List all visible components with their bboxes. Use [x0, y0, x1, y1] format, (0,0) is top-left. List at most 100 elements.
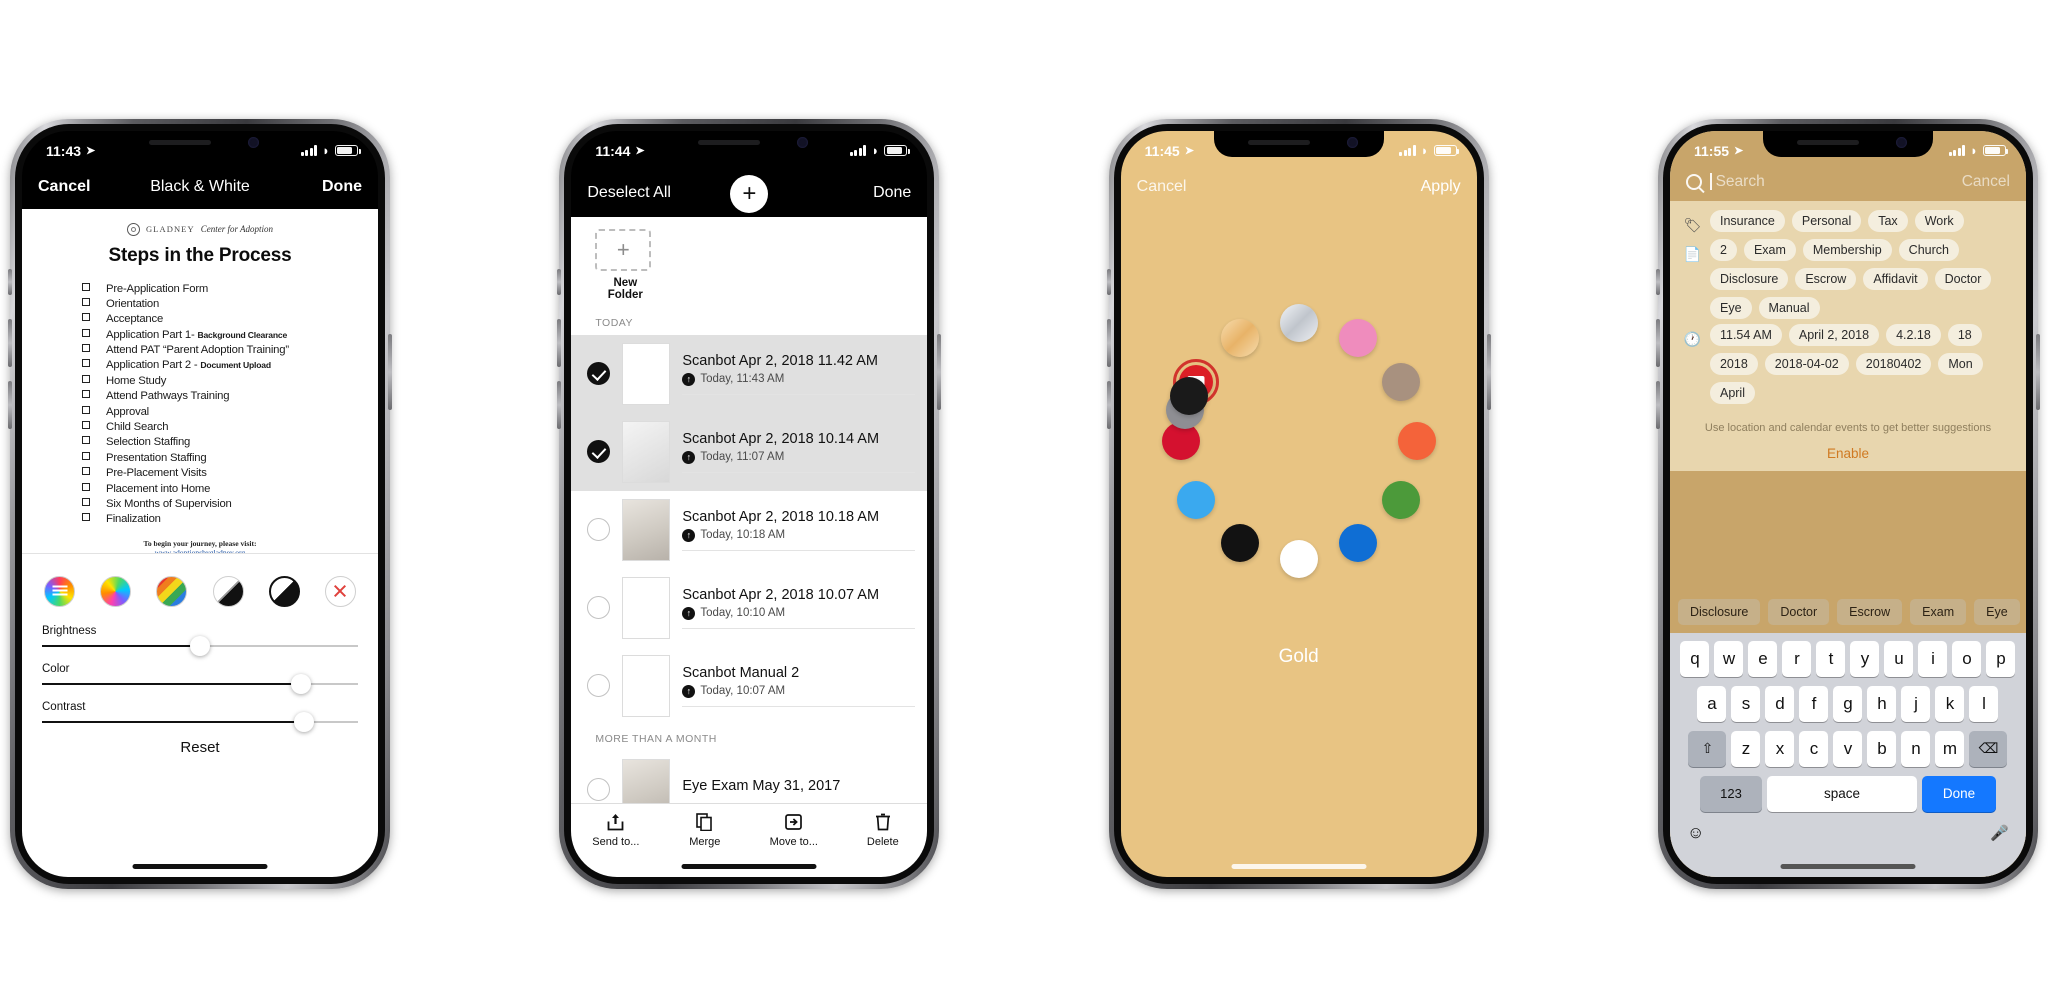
silent-switch[interactable]	[1106, 268, 1111, 295]
power-button[interactable]	[937, 333, 942, 410]
tag-chip[interactable]: 2018-04-02	[1764, 352, 1849, 375]
key-b[interactable]: b	[1867, 730, 1897, 767]
cancel-button[interactable]: Cancel	[38, 178, 90, 196]
tag-chip[interactable]: April	[1709, 381, 1755, 404]
key-w[interactable]: w	[1714, 640, 1744, 677]
slider-knob[interactable]	[190, 635, 210, 656]
tag-chip[interactable]: 11.54 AM	[1709, 323, 1782, 346]
key-i[interactable]: i	[1918, 640, 1948, 677]
grayscale-filter-icon[interactable]	[212, 575, 244, 607]
send-to-button[interactable]: Send to...	[579, 812, 653, 848]
no-filter-icon[interactable]	[324, 575, 356, 607]
key-k[interactable]: k	[1935, 685, 1965, 722]
home-indicator[interactable]	[1231, 863, 1367, 869]
list-item[interactable]: Scanbot Apr 2, 2018 10.14 AM ↑ Today, 11:0…	[571, 412, 928, 491]
power-button[interactable]	[388, 333, 392, 410]
key-x[interactable]: x	[1765, 730, 1795, 767]
key-r[interactable]: r	[1782, 640, 1812, 677]
list-item[interactable]: Scanbot Apr 2, 2018 10.07 AM ↑ Today, 10:1…	[571, 568, 928, 647]
tag-chip[interactable]: Eye	[1709, 296, 1752, 319]
home-indicator[interactable]	[681, 863, 817, 869]
color-swatch-mono[interactable]	[1170, 377, 1209, 416]
volume-up-button[interactable]	[1106, 318, 1111, 367]
suggestion-chip[interactable]: Doctor	[1768, 598, 1830, 625]
slider-knob[interactable]	[294, 711, 315, 732]
reset-button[interactable]: Reset	[42, 739, 358, 756]
silent-switch[interactable]	[8, 268, 12, 295]
power-button[interactable]	[1486, 333, 1491, 410]
color-swatch-sky[interactable]	[1177, 480, 1216, 519]
delete-button[interactable]: Delete	[846, 812, 920, 848]
key-q[interactable]: q	[1680, 640, 1710, 677]
suggestion-chip[interactable]: Exam	[1910, 598, 1967, 625]
done-key[interactable]: Done	[1921, 775, 1996, 812]
color-swatch-white[interactable]	[1279, 539, 1318, 578]
key-e[interactable]: e	[1748, 640, 1778, 677]
done-button[interactable]: Done	[322, 178, 362, 196]
merge-button[interactable]: Merge	[668, 812, 742, 848]
unchecked-circle-icon[interactable]	[587, 674, 611, 697]
tag-chip[interactable]: Church	[1898, 238, 1959, 261]
tag-chip[interactable]: Membership	[1802, 238, 1892, 261]
color-swatch-pink[interactable]	[1338, 319, 1377, 358]
tag-chip[interactable]: 2018	[1709, 352, 1758, 375]
key-h[interactable]: h	[1867, 685, 1897, 722]
tag-chip[interactable]: 20180402	[1855, 352, 1932, 375]
tag-chip[interactable]: Insurance	[1709, 209, 1785, 232]
done-button[interactable]: Done	[873, 184, 911, 202]
key-g[interactable]: g	[1833, 685, 1863, 722]
key-p[interactable]: p	[1986, 640, 2016, 677]
cancel-button[interactable]: Cancel	[1137, 178, 1187, 196]
slider-track[interactable]	[42, 711, 358, 732]
key-m[interactable]: m	[1935, 730, 1965, 767]
tag-chip[interactable]: Disclosure	[1709, 267, 1789, 290]
key-s[interactable]: s	[1731, 685, 1761, 722]
home-indicator[interactable]	[1780, 863, 1916, 869]
key-z[interactable]: z	[1731, 730, 1761, 767]
key-d[interactable]: d	[1765, 685, 1795, 722]
color-swatch-orange[interactable]	[1397, 421, 1436, 460]
unchecked-circle-icon[interactable]	[587, 778, 611, 801]
volume-down-button[interactable]	[557, 380, 562, 429]
cancel-button[interactable]: Cancel	[1962, 173, 2010, 191]
new-folder-cell[interactable]: + New Folder	[571, 217, 927, 309]
key-o[interactable]: o	[1952, 640, 1982, 677]
search-input[interactable]: Search	[1685, 173, 1952, 191]
tag-chip[interactable]: Manual	[1758, 296, 1820, 319]
key-t[interactable]: t	[1816, 640, 1846, 677]
color-swatch-silver[interactable]	[1279, 303, 1318, 342]
checkmark-icon[interactable]	[587, 440, 611, 463]
slider-track[interactable]	[42, 635, 358, 656]
microphone-icon[interactable]: 🎤	[1990, 824, 2009, 842]
key-a[interactable]: a	[1697, 685, 1727, 722]
color-swatch-taupe[interactable]	[1381, 362, 1420, 401]
volume-up-button[interactable]	[1655, 318, 1660, 367]
tag-chip[interactable]: Tax	[1868, 209, 1908, 232]
space-key[interactable]: space	[1766, 775, 1917, 812]
silent-switch[interactable]	[1655, 268, 1660, 295]
home-indicator[interactable]	[132, 863, 268, 869]
key-n[interactable]: n	[1901, 730, 1931, 767]
color-swatch-green[interactable]	[1381, 480, 1420, 519]
color-filter-icon[interactable]	[100, 575, 132, 607]
key-c[interactable]: c	[1799, 730, 1829, 767]
key-f[interactable]: f	[1799, 685, 1829, 722]
tag-chip[interactable]: Doctor	[1934, 267, 1992, 290]
tag-chip[interactable]: Personal	[1791, 209, 1862, 232]
unchecked-circle-icon[interactable]	[587, 596, 611, 619]
color-swatch-blue[interactable]	[1338, 523, 1377, 562]
tag-chip[interactable]: 2	[1709, 238, 1737, 261]
document-preview[interactable]: GLADNEY Center for Adoption Steps in the…	[22, 208, 378, 554]
list-item[interactable]: Scanbot Apr 2, 2018 10.18 AM ↑ Today, 10:1…	[571, 490, 928, 569]
black-white-filter-icon[interactable]	[268, 575, 300, 607]
volume-down-button[interactable]	[1106, 380, 1111, 429]
color-swatch-gold[interactable]	[1220, 319, 1259, 358]
tag-chip[interactable]: Exam	[1743, 238, 1796, 261]
key-y[interactable]: y	[1850, 640, 1880, 677]
volume-down-button[interactable]	[8, 380, 12, 429]
tag-chip[interactable]: Mon	[1938, 352, 1983, 375]
silent-switch[interactable]	[557, 268, 562, 295]
shift-up-icon[interactable]: ⇧	[1688, 730, 1727, 767]
key-l[interactable]: l	[1969, 685, 1999, 722]
deselect-all-button[interactable]: Deselect All	[587, 184, 671, 202]
